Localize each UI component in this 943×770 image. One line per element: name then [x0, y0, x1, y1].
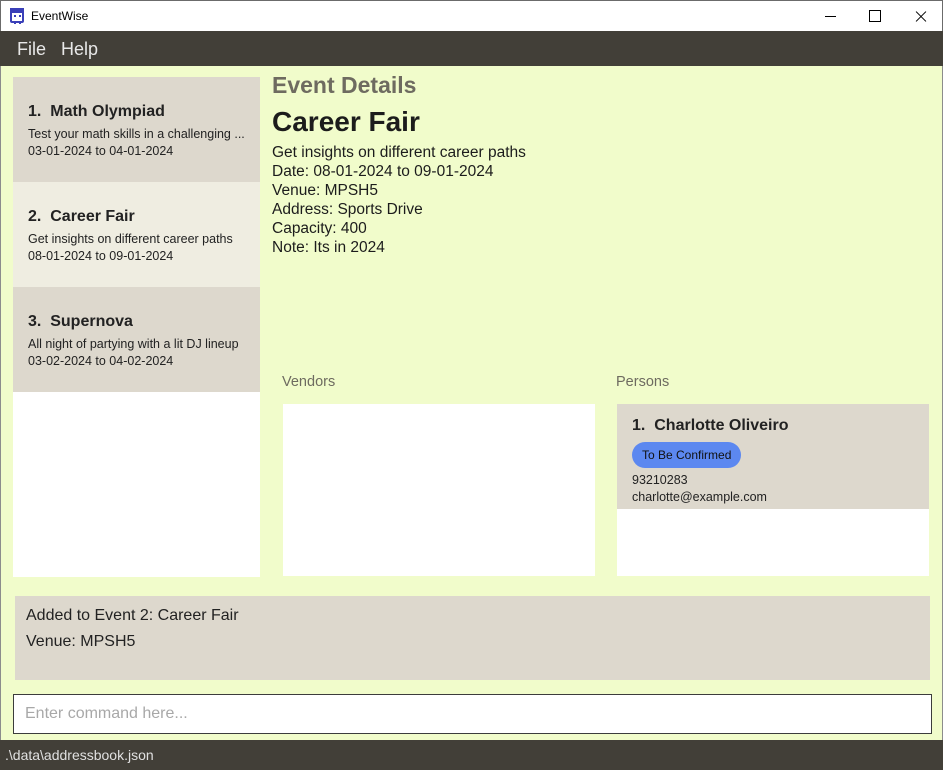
title-bar: EventWise: [0, 0, 943, 31]
event-card-description: Test your math skills in a challenging .…: [28, 127, 245, 141]
event-details-date: Date: 08-01-2024 to 09-01-2024: [272, 163, 494, 180]
result-line: Venue: MPSH5: [26, 633, 136, 650]
person-card-name: 1. Charlotte Oliveiro: [632, 417, 789, 434]
event-details-note: Note: Its in 2024: [272, 239, 385, 256]
result-display: Added to Event 2: Career Fair Venue: MPS…: [15, 596, 930, 680]
person-card[interactable]: 1. Charlotte Oliveiro To Be Confirmed 93…: [617, 404, 929, 509]
event-card-description: All night of partying with a lit DJ line…: [28, 337, 239, 351]
minimize-button[interactable]: [807, 1, 853, 31]
event-details-heading: Event Details: [272, 72, 417, 98]
event-card-name: 1. Math Olympiad: [28, 103, 165, 120]
event-card[interactable]: 3. Supernova All night of partying with …: [13, 287, 260, 392]
event-card[interactable]: 1. Math Olympiad Test your math skills i…: [13, 77, 260, 182]
menu-help[interactable]: Help: [61, 39, 98, 60]
maximize-button[interactable]: [851, 1, 897, 31]
status-bar: .\data\addressbook.json: [0, 740, 943, 770]
event-details-address: Address: Sports Drive: [272, 201, 423, 218]
result-line: Added to Event 2: Career Fair: [26, 607, 239, 624]
event-details-venue: Venue: MPSH5: [272, 182, 378, 199]
event-card-dates: 03-02-2024 to 04-02-2024: [28, 354, 174, 368]
event-details-info: Get insights on different career paths D…: [272, 143, 526, 257]
calendar-icon: [10, 8, 24, 24]
person-email: charlotte@example.com: [632, 490, 767, 504]
persons-label: Persons: [616, 374, 670, 390]
event-card-name: 2. Career Fair: [28, 208, 135, 225]
event-list[interactable]: 1. Math Olympiad Test your math skills i…: [13, 77, 260, 577]
save-location-path: .\data\addressbook.json: [5, 747, 154, 763]
persons-list[interactable]: 1. Charlotte Oliveiro To Be Confirmed 93…: [617, 404, 929, 576]
command-input[interactable]: [13, 694, 932, 734]
close-button[interactable]: [897, 1, 943, 31]
event-card-name: 3. Supernova: [28, 313, 133, 330]
vendors-label: Vendors: [282, 374, 336, 390]
event-details-name: Career Fair: [272, 106, 420, 137]
event-card-selected[interactable]: 2. Career Fair Get insights on different…: [13, 182, 260, 287]
event-card-description: Get insights on different career paths: [28, 232, 233, 246]
rsvp-status-badge: To Be Confirmed: [632, 442, 742, 468]
event-details-description: Get insights on different career paths: [272, 144, 526, 161]
menu-file[interactable]: File: [17, 39, 46, 60]
vendors-list[interactable]: [283, 404, 595, 576]
event-card-dates: 08-01-2024 to 09-01-2024: [28, 249, 174, 263]
main-panel: 1. Math Olympiad Test your math skills i…: [0, 66, 943, 740]
person-phone: 93210283: [632, 473, 688, 487]
event-card-dates: 03-01-2024 to 04-01-2024: [28, 144, 174, 158]
menu-bar: File Help: [0, 31, 943, 66]
window-title: EventWise: [31, 9, 89, 23]
event-details-capacity: Capacity: 400: [272, 220, 367, 237]
